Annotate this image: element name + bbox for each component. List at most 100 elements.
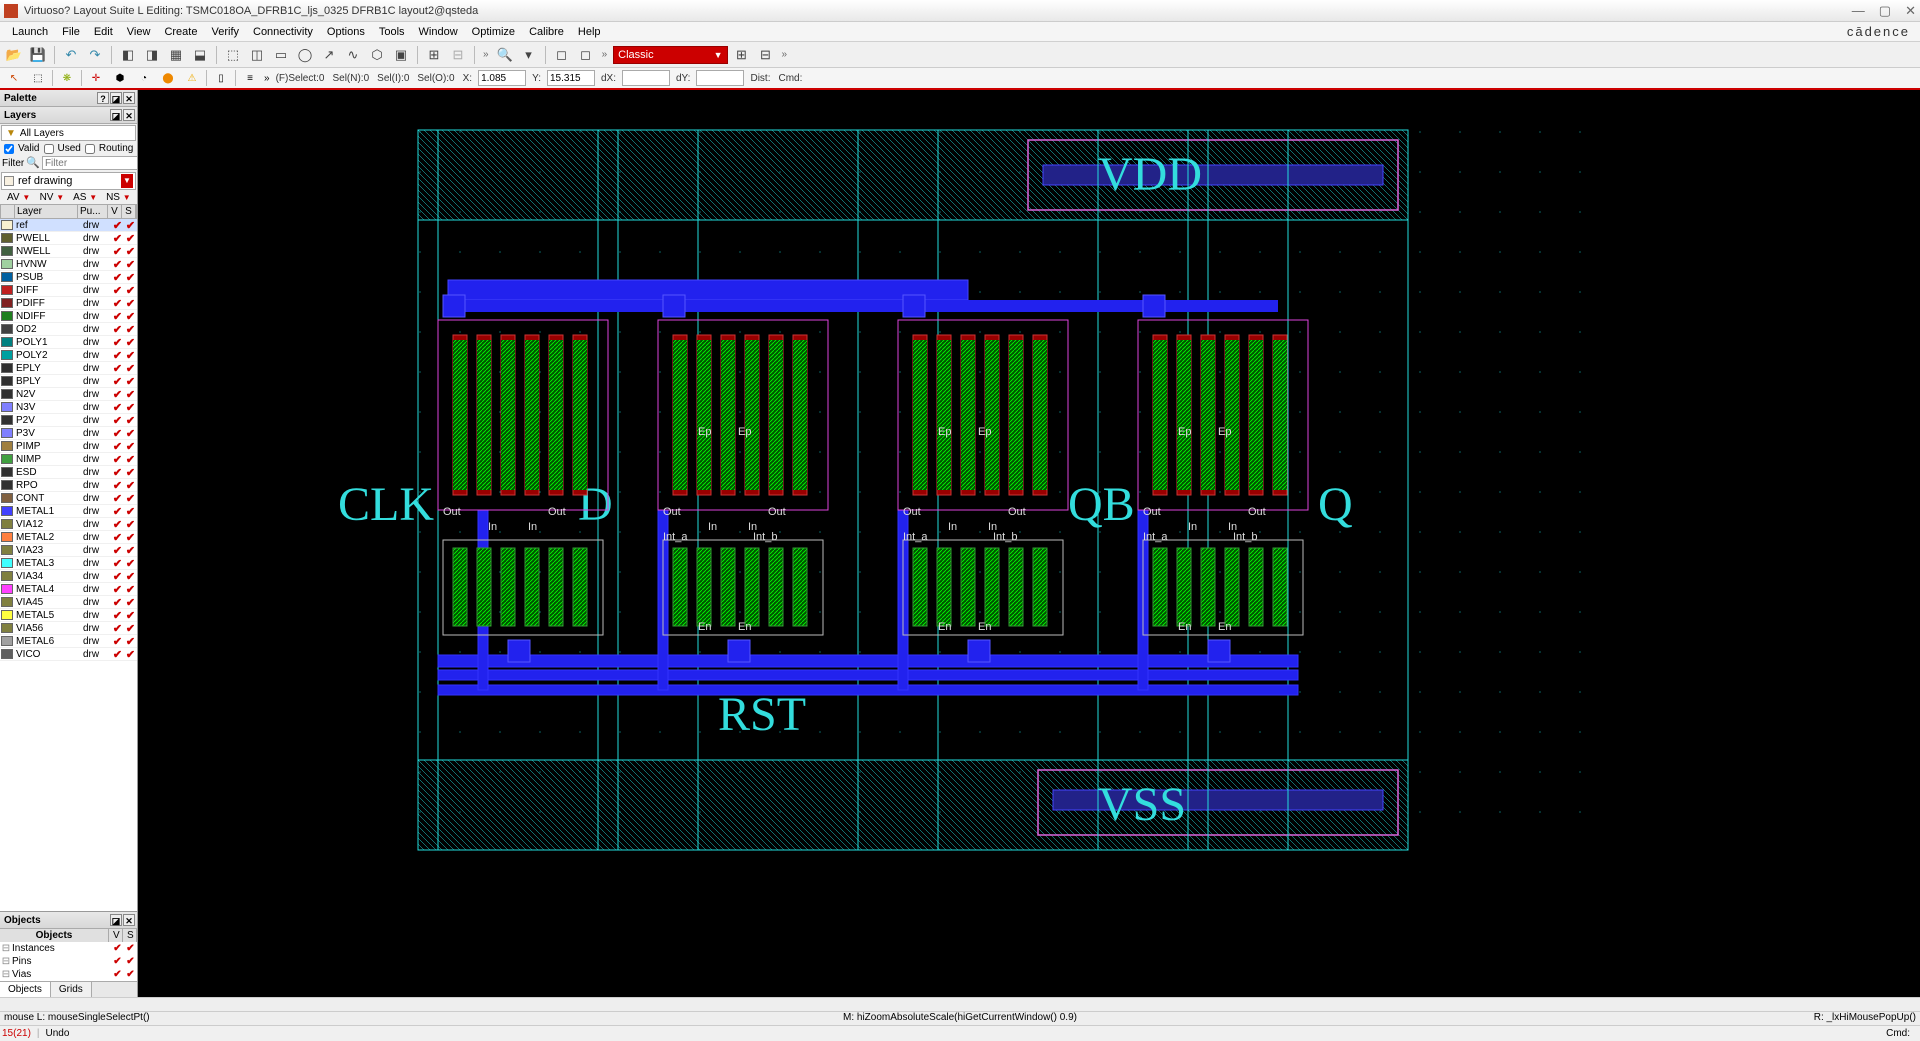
minimize-button[interactable]: — — [1852, 3, 1865, 19]
menu-window[interactable]: Window — [413, 24, 464, 40]
layer-row[interactable]: CONT drw ✔ ✔ — [0, 492, 137, 505]
layout-canvas[interactable]: VDD VSS CLK D QB Q RST — [138, 90, 1920, 997]
layer-select-check[interactable]: ✔ — [124, 583, 137, 596]
layer-row[interactable]: VIA45 drw ✔ ✔ — [0, 596, 137, 609]
objects-list[interactable]: ⊟ Instances ✔ ✔⊟ Pins ✔ ✔⊟ Vias ✔ ✔ — [0, 942, 137, 981]
layer-visible-check[interactable]: ✔ — [111, 453, 124, 466]
tool-icon[interactable]: ▦ — [166, 45, 186, 65]
tool-icon[interactable]: ❋ — [57, 69, 77, 87]
layer-visible-check[interactable]: ✔ — [111, 648, 124, 661]
layer-visible-check[interactable]: ✔ — [111, 310, 124, 323]
object-row[interactable]: ⊟ Instances ✔ ✔ — [0, 942, 137, 955]
layer-row[interactable]: EPLY drw ✔ ✔ — [0, 362, 137, 375]
layer-visible-check[interactable]: ✔ — [111, 245, 124, 258]
layer-select-check[interactable]: ✔ — [124, 648, 137, 661]
tool-icon[interactable]: ∿ — [343, 45, 363, 65]
nv-button[interactable]: NV ▼ — [35, 192, 68, 203]
tab-objects[interactable]: Objects — [0, 982, 51, 997]
layer-visible-check[interactable]: ✔ — [111, 440, 124, 453]
tool-icon[interactable]: ▾ — [519, 45, 539, 65]
layer-select-check[interactable]: ✔ — [124, 492, 137, 505]
object-select-check[interactable]: ✔ — [124, 969, 137, 980]
tool-icon[interactable]: ⊞ — [732, 45, 752, 65]
used-checkbox[interactable] — [44, 144, 54, 154]
tree-toggle-icon[interactable]: ⊟ — [0, 956, 12, 967]
menu-optimize[interactable]: Optimize — [466, 24, 521, 40]
layer-visible-check[interactable]: ✔ — [111, 414, 124, 427]
close-icon[interactable]: ✕ — [123, 92, 135, 104]
valid-checkbox[interactable] — [4, 144, 14, 154]
layer-select-check[interactable]: ✔ — [124, 466, 137, 479]
tool-icon[interactable]: ⬡ — [367, 45, 387, 65]
layer-row[interactable]: METAL1 drw ✔ ✔ — [0, 505, 137, 518]
layer-select-check[interactable]: ✔ — [124, 362, 137, 375]
x-input[interactable] — [478, 70, 526, 86]
menu-verify[interactable]: Verify — [205, 24, 245, 40]
tool-icon[interactable]: ◧ — [118, 45, 138, 65]
layer-select-check[interactable]: ✔ — [124, 427, 137, 440]
all-layers-dropdown[interactable]: ▼ All Layers — [1, 125, 136, 141]
layer-row[interactable]: METAL4 drw ✔ ✔ — [0, 583, 137, 596]
menu-create[interactable]: Create — [158, 24, 203, 40]
layer-select-check[interactable]: ✔ — [124, 479, 137, 492]
layer-select-check[interactable]: ✔ — [124, 440, 137, 453]
tab-grids[interactable]: Grids — [51, 982, 92, 997]
layer-select-check[interactable]: ✔ — [124, 596, 137, 609]
routing-checkbox[interactable] — [85, 144, 95, 154]
tool-icon[interactable]: ◨ — [142, 45, 162, 65]
object-visible-check[interactable]: ✔ — [111, 943, 124, 954]
close-icon[interactable]: ✕ — [123, 914, 135, 926]
layer-row[interactable]: HVNW drw ✔ ✔ — [0, 258, 137, 271]
current-layer-selector[interactable]: ref drawing▼ — [1, 172, 136, 190]
maximize-button[interactable]: ▢ — [1879, 3, 1891, 19]
layer-row[interactable]: P2V drw ✔ ✔ — [0, 414, 137, 427]
layer-visible-check[interactable]: ✔ — [111, 518, 124, 531]
tree-toggle-icon[interactable]: ⊟ — [0, 943, 12, 954]
redo-icon[interactable]: ↷ — [85, 45, 105, 65]
layer-visible-check[interactable]: ✔ — [111, 492, 124, 505]
layer-select-check[interactable]: ✔ — [124, 336, 137, 349]
menu-edit[interactable]: Edit — [88, 24, 119, 40]
layer-visible-check[interactable]: ✔ — [111, 531, 124, 544]
select-icon[interactable]: ↖ — [4, 69, 24, 87]
object-select-check[interactable]: ✔ — [124, 943, 137, 954]
layer-visible-check[interactable]: ✔ — [111, 427, 124, 440]
undock-icon[interactable]: ◪ — [110, 109, 122, 121]
layer-select-check[interactable]: ✔ — [124, 375, 137, 388]
tool-icon[interactable]: ↗ — [319, 45, 339, 65]
y-input[interactable] — [547, 70, 595, 86]
layer-row[interactable]: BPLY drw ✔ ✔ — [0, 375, 137, 388]
layer-row[interactable]: RPO drw ✔ ✔ — [0, 479, 137, 492]
layer-visible-check[interactable]: ✔ — [111, 635, 124, 648]
layer-row[interactable]: POLY2 drw ✔ ✔ — [0, 349, 137, 362]
tool-icon[interactable]: ≡ — [240, 69, 260, 87]
layer-row[interactable]: POLY1 drw ✔ ✔ — [0, 336, 137, 349]
layer-visible-check[interactable]: ✔ — [111, 622, 124, 635]
layer-select-check[interactable]: ✔ — [124, 310, 137, 323]
tool-icon[interactable]: ⬚ — [223, 45, 243, 65]
undock-icon[interactable]: ◪ — [110, 92, 122, 104]
layer-select-check[interactable]: ✔ — [124, 349, 137, 362]
menu-tools[interactable]: Tools — [373, 24, 411, 40]
layer-visible-check[interactable]: ✔ — [111, 232, 124, 245]
layer-row[interactable]: VIA56 drw ✔ ✔ — [0, 622, 137, 635]
tool-icon[interactable]: ◯ — [295, 45, 315, 65]
tree-toggle-icon[interactable]: ⊟ — [0, 969, 12, 980]
layer-select-check[interactable]: ✔ — [124, 505, 137, 518]
layer-visible-check[interactable]: ✔ — [111, 297, 124, 310]
layer-row[interactable]: ref drw ✔ ✔ — [0, 219, 137, 232]
layer-row[interactable]: VIA34 drw ✔ ✔ — [0, 570, 137, 583]
layer-row[interactable]: METAL5 drw ✔ ✔ — [0, 609, 137, 622]
layer-select-check[interactable]: ✔ — [124, 531, 137, 544]
tool-icon[interactable]: ⬚ — [28, 69, 48, 87]
layer-list[interactable]: ref drw ✔ ✔ PWELL drw ✔ ✔ NWELL drw ✔ ✔ … — [0, 219, 137, 911]
layer-select-check[interactable]: ✔ — [124, 258, 137, 271]
save-icon[interactable]: 💾 — [28, 45, 48, 65]
layer-visible-check[interactable]: ✔ — [111, 401, 124, 414]
tool-icon[interactable]: ◻ — [576, 45, 596, 65]
layer-row[interactable]: VIA12 drw ✔ ✔ — [0, 518, 137, 531]
layer-select-check[interactable]: ✔ — [124, 271, 137, 284]
object-visible-check[interactable]: ✔ — [111, 969, 124, 980]
layer-visible-check[interactable]: ✔ — [111, 466, 124, 479]
layer-visible-check[interactable]: ✔ — [111, 219, 124, 232]
